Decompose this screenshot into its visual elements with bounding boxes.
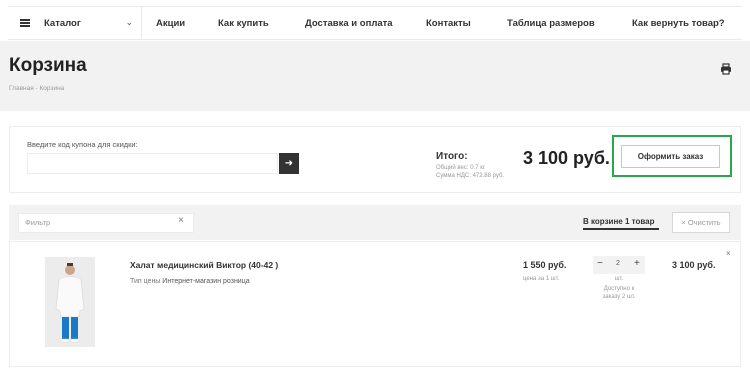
close-icon[interactable]: × [178, 215, 184, 226]
nav-item-contacts[interactable]: Контакты [426, 7, 471, 39]
total-vat: Сумма НДС: 472.88 руб. [436, 173, 505, 179]
page-title: Корзина [9, 55, 87, 76]
coupon-input[interactable] [27, 153, 278, 174]
quantity-unit: шт. [614, 276, 624, 282]
product-image[interactable] [45, 257, 95, 347]
availability-line-2: заказу 2 шт. [602, 294, 636, 300]
top-nav: Каталог ⌄ Акции Как купить Доставка и оп… [8, 6, 742, 40]
filter-placeholder: Фильтр [25, 218, 51, 227]
coupon-submit-button[interactable]: ➜ [279, 153, 299, 174]
price-type: Тип цены Интернет-магазин розница [130, 278, 250, 285]
printer-icon[interactable] [720, 63, 732, 75]
quantity-input[interactable]: 2 [616, 260, 620, 267]
price-type-label: Тип цены [130, 278, 161, 285]
unit-price-note: цена за 1 шт. [523, 276, 560, 282]
availability-line-1: Доступно к [603, 286, 635, 292]
nav-item-returns[interactable]: Как вернуть товар? [632, 7, 725, 39]
clear-cart-label: Очистить [687, 218, 721, 227]
breadcrumb[interactable]: Главная - Корзина [9, 85, 64, 92]
tab-in-basket[interactable]: В корзине 1 товар [583, 217, 654, 226]
page-header [0, 41, 750, 111]
menu-icon [20, 19, 30, 27]
decrease-quantity-button[interactable]: − [597, 258, 603, 269]
catalog-label: Каталог [44, 17, 81, 29]
total-weight: Общий вес: 0.7 кг [436, 165, 486, 171]
unit-price: 1 550 руб. [523, 260, 567, 270]
clear-cart-button[interactable]: × Очистить [672, 212, 730, 233]
nav-item-how-to-buy[interactable]: Как купить [218, 7, 269, 39]
price-type-value: Интернет-магазин розница [162, 278, 250, 285]
nav-item-size-chart[interactable]: Таблица размеров [507, 7, 595, 39]
nav-item-delivery[interactable]: Доставка и оплата [305, 7, 393, 39]
item-total-price: 3 100 руб. [672, 260, 716, 270]
availability-note: Доступно к заказу 2 шт. [593, 285, 645, 301]
checkout-button[interactable]: Оформить заказ [621, 145, 720, 168]
tab-underline [583, 228, 659, 230]
arrow-right-icon: ➜ [284, 158, 294, 169]
product-name[interactable]: Халат медицинский Виктор (40-42 ) [130, 260, 278, 270]
total-label: Итого: [436, 151, 468, 162]
close-icon: × [681, 218, 686, 227]
total-price: 3 100 руб. [523, 148, 610, 168]
chevron-down-icon: ⌄ [125, 17, 133, 27]
increase-quantity-button[interactable]: + [634, 258, 640, 269]
nav-item-promotions[interactable]: Акции [156, 7, 185, 39]
close-icon[interactable]: × [726, 249, 731, 258]
catalog-menu[interactable]: Каталог ⌄ [8, 7, 142, 39]
coupon-label: Введите код купона для скидки: [27, 140, 138, 149]
